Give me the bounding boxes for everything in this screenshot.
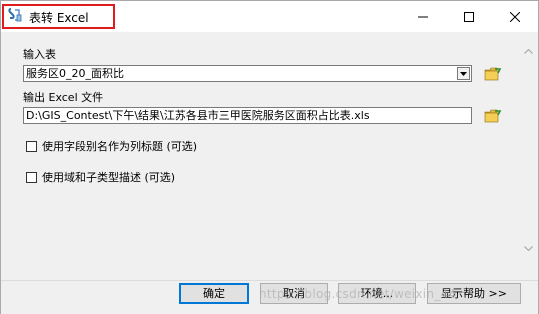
title-bar: 表转 Excel <box>1 1 538 32</box>
maximize-button[interactable] <box>446 1 492 32</box>
vertical-scrollbar[interactable] <box>520 43 537 257</box>
browse-input-button[interactable] <box>481 62 505 86</box>
output-file-label: 输出 Excel 文件 <box>23 91 104 104</box>
scroll-up-button[interactable] <box>520 43 537 60</box>
close-icon <box>510 11 520 22</box>
output-file-input[interactable]: D:\GIS_Contest\下午\结果\江苏各县市三甲医院服务区面积占比表.x… <box>23 107 472 124</box>
scroll-down-button[interactable] <box>520 240 537 257</box>
environments-button[interactable]: 环境... <box>338 283 416 304</box>
field-alias-option[interactable]: 使用字段别名作为列标题 (可选) <box>26 138 197 154</box>
dialog-window: 表转 Excel 输入表 服务区0_20_面积比 输出 Excel 文件 D:\… <box>0 0 539 314</box>
input-table-dropdown[interactable]: 服务区0_20_面积比 <box>23 65 472 82</box>
domain-subtype-option[interactable]: 使用域和子类型描述 (可选) <box>26 169 175 185</box>
chevron-down-icon <box>460 71 467 76</box>
ok-button[interactable]: 确定 <box>179 283 249 304</box>
domain-subtype-checkbox[interactable] <box>26 171 37 183</box>
close-button[interactable] <box>492 1 538 32</box>
minimize-icon <box>418 16 428 17</box>
open-folder-icon <box>484 109 502 123</box>
dropdown-arrow-button[interactable] <box>457 67 470 80</box>
chevron-down-icon <box>524 246 533 251</box>
open-folder-icon <box>484 67 502 81</box>
minimize-button[interactable] <box>400 1 446 32</box>
cancel-button[interactable]: 取消 <box>260 283 328 304</box>
window-title: 表转 Excel <box>29 11 89 25</box>
field-alias-label: 使用字段别名作为列标题 (可选) <box>42 140 198 153</box>
input-table-value: 服务区0_20_面积比 <box>26 67 124 80</box>
show-help-button[interactable]: 显示帮助 >> <box>427 283 521 304</box>
input-table-label: 输入表 <box>23 48 56 61</box>
chevron-up-icon <box>524 49 533 54</box>
output-file-value: D:\GIS_Contest\下午\结果\江苏各县市三甲医院服务区面积占比表.x… <box>26 109 370 122</box>
maximize-icon <box>464 11 474 22</box>
table-to-excel-tool-icon <box>7 7 23 23</box>
field-alias-checkbox[interactable] <box>26 140 37 152</box>
domain-subtype-label: 使用域和子类型描述 (可选) <box>42 171 176 184</box>
browse-output-button[interactable] <box>481 104 505 128</box>
